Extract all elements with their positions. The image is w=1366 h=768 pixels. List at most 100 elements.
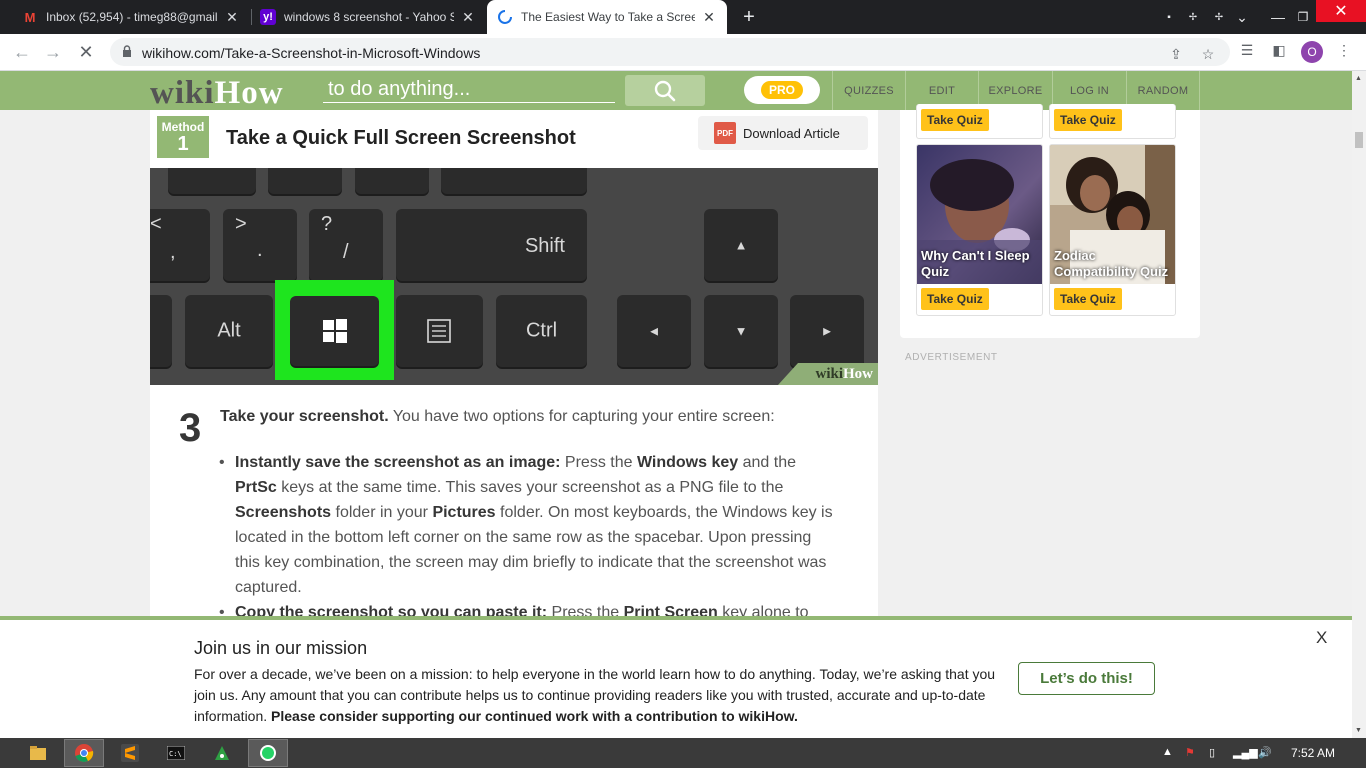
sublime-text-icon[interactable]: [110, 739, 150, 767]
contribute-button[interactable]: Let’s do this!: [1018, 662, 1155, 695]
close-tab-icon[interactable]: ✕: [224, 9, 240, 26]
forward-icon[interactable]: →: [41, 40, 65, 64]
svg-text:C:\: C:\: [169, 750, 182, 758]
restore-window-icon[interactable]: ❐: [1291, 0, 1315, 34]
method-number: 1: [177, 133, 189, 155]
quiz-card-zodiac[interactable]: Zodiac Compatibility Quiz Take Quiz: [1049, 144, 1176, 316]
key-legend: ▲: [734, 237, 748, 253]
windows-taskbar: C:\ ▲ ⚑ ▯ ▂▄▆ 🔊 7:52 AM: [0, 738, 1366, 768]
close-tab-icon[interactable]: ✕: [460, 9, 476, 26]
download-article-button[interactable]: PDF Download Article: [698, 116, 868, 150]
lock-icon[interactable]: [122, 45, 132, 57]
tab-search-chevron-icon[interactable]: ⌄: [1230, 0, 1254, 34]
quiz-card[interactable]: Take Quiz: [916, 104, 1043, 139]
key-shift: Shift: [396, 209, 587, 281]
close-tab-icon[interactable]: ✕: [701, 9, 717, 26]
back-icon[interactable]: ←: [10, 40, 34, 64]
network-icon[interactable]: ▂▄▆: [1233, 746, 1258, 759]
pin-icon: ✢: [1214, 11, 1224, 23]
scrollbar-thumb[interactable]: [1355, 132, 1363, 148]
key-ctrl: Ctrl: [496, 295, 587, 367]
key-legend: >: [235, 213, 247, 235]
take-quiz-button[interactable]: Take Quiz: [1054, 288, 1122, 310]
key-partial: [268, 168, 342, 194]
key-alt: Alt: [185, 295, 273, 367]
tab-title: windows 8 screenshot - Yahoo Se: [284, 10, 454, 24]
key-comma: < ,: [150, 209, 210, 281]
reading-list-icon[interactable]: ☰: [1238, 41, 1256, 59]
chrome-icon[interactable]: [64, 739, 104, 767]
quiz-caption: Zodiac Compatibility Quiz: [1054, 248, 1169, 279]
keyboard-illustration[interactable]: < , > . ? / Shift ▲ Alt Ctrl ◄ ▼ ► wikiH…: [150, 168, 878, 385]
key-slash: ? /: [309, 209, 383, 281]
action-center-icon[interactable]: ⚑: [1185, 746, 1195, 759]
bullet-text: Screenshots: [235, 504, 332, 521]
key-windows: [290, 296, 379, 366]
share-icon[interactable]: ⇪: [1167, 45, 1185, 63]
tab-gmail[interactable]: M Inbox (52,954) - timeg88@gmail. ✕: [12, 0, 250, 34]
download-article-label: Download Article: [743, 125, 840, 141]
close-window-button[interactable]: ✕: [1316, 0, 1366, 22]
battery-icon[interactable]: ▯: [1209, 746, 1215, 759]
banner-text: For over a decade, we’ve been on a missi…: [194, 664, 1006, 727]
search-input[interactable]: to do anything...: [323, 77, 615, 103]
step-bullets: Instantly save the screenshot as an imag…: [219, 450, 835, 620]
menu-key-icon: [427, 319, 451, 343]
take-quiz-button[interactable]: Take Quiz: [921, 288, 989, 310]
bullet-text: Pictures: [432, 504, 496, 521]
command-prompt-icon[interactable]: C:\: [156, 739, 196, 767]
file-explorer-icon[interactable]: [18, 739, 58, 767]
search-button[interactable]: [625, 75, 705, 106]
take-quiz-button[interactable]: Take Quiz: [1054, 109, 1122, 131]
quiz-card[interactable]: Take Quiz: [1049, 104, 1176, 139]
bullet-text: folder in your: [331, 504, 433, 521]
nav-quizzes[interactable]: QUIZZES: [832, 71, 905, 110]
step-text: Take your screenshot. You have two optio…: [220, 407, 840, 427]
pin-icon: ✢: [1188, 11, 1198, 23]
key-arrow-up: ▲: [704, 209, 778, 281]
minimize-window-icon[interactable]: —: [1266, 0, 1290, 34]
menu-kebab-icon[interactable]: ⋮: [1335, 41, 1353, 59]
list-item: Instantly save the screenshot as an imag…: [219, 450, 835, 600]
wikihow-logo[interactable]: wikiHow: [150, 75, 284, 112]
method-badge: Method 1: [157, 116, 209, 158]
bullet-text: Windows key: [636, 454, 739, 471]
tab-title: The Easiest Way to Take a Screen: [521, 10, 695, 24]
loading-spinner-icon: [497, 9, 513, 25]
page-scrollbar[interactable]: ▲ ▼: [1352, 71, 1366, 738]
scroll-up-icon[interactable]: ▲: [1355, 75, 1362, 82]
bookmark-star-icon[interactable]: ☆: [1199, 45, 1217, 63]
quiz-card-sleep[interactable]: Why Can't I Sleep Quiz Take Quiz: [916, 144, 1043, 316]
key-legend: <: [150, 213, 162, 235]
key-legend: ,: [170, 241, 176, 263]
tab-yahoo[interactable]: y! windows 8 screenshot - Yahoo Se ✕: [250, 0, 486, 34]
key-arrow-right: ►: [790, 295, 864, 367]
side-panel-icon[interactable]: ◧: [1270, 41, 1288, 59]
step-number: 3: [179, 406, 202, 450]
take-quiz-button[interactable]: Take Quiz: [921, 109, 989, 131]
banner-body-bold: Please consider supporting our continued…: [271, 708, 798, 724]
key-arrow-down: ▼: [704, 295, 778, 367]
key-legend: ?: [321, 213, 333, 235]
windows-logo-icon: [323, 319, 347, 343]
pro-badge: PRO: [760, 81, 803, 99]
tab-wikihow[interactable]: The Easiest Way to Take a Screen ✕: [487, 0, 727, 34]
pro-button[interactable]: PRO: [744, 76, 820, 104]
close-banner-button[interactable]: X: [1316, 628, 1327, 648]
app-icon[interactable]: [202, 739, 242, 767]
show-hidden-icons-icon[interactable]: ▲: [1162, 746, 1173, 758]
volume-icon[interactable]: 🔊: [1258, 746, 1272, 759]
profile-avatar[interactable]: O: [1301, 41, 1323, 63]
new-tab-button[interactable]: +: [737, 5, 761, 29]
address-bar[interactable]: wikihow.com/Take-a-Screenshot-in-Microso…: [110, 38, 1230, 66]
key-legend: .: [257, 239, 263, 261]
key-legend: Alt: [217, 319, 241, 342]
scroll-down-icon[interactable]: ▼: [1355, 727, 1362, 734]
url-text: wikihow.com/Take-a-Screenshot-in-Microso…: [142, 45, 481, 61]
key-period: > .: [223, 209, 297, 281]
bullet-text: PrtSc: [235, 479, 277, 496]
whatsapp-icon[interactable]: [248, 739, 288, 767]
banner-title: Join us in our mission: [194, 638, 368, 658]
system-clock[interactable]: 7:52 AM: [1291, 746, 1335, 760]
stop-loading-icon[interactable]: ✕: [74, 40, 98, 64]
